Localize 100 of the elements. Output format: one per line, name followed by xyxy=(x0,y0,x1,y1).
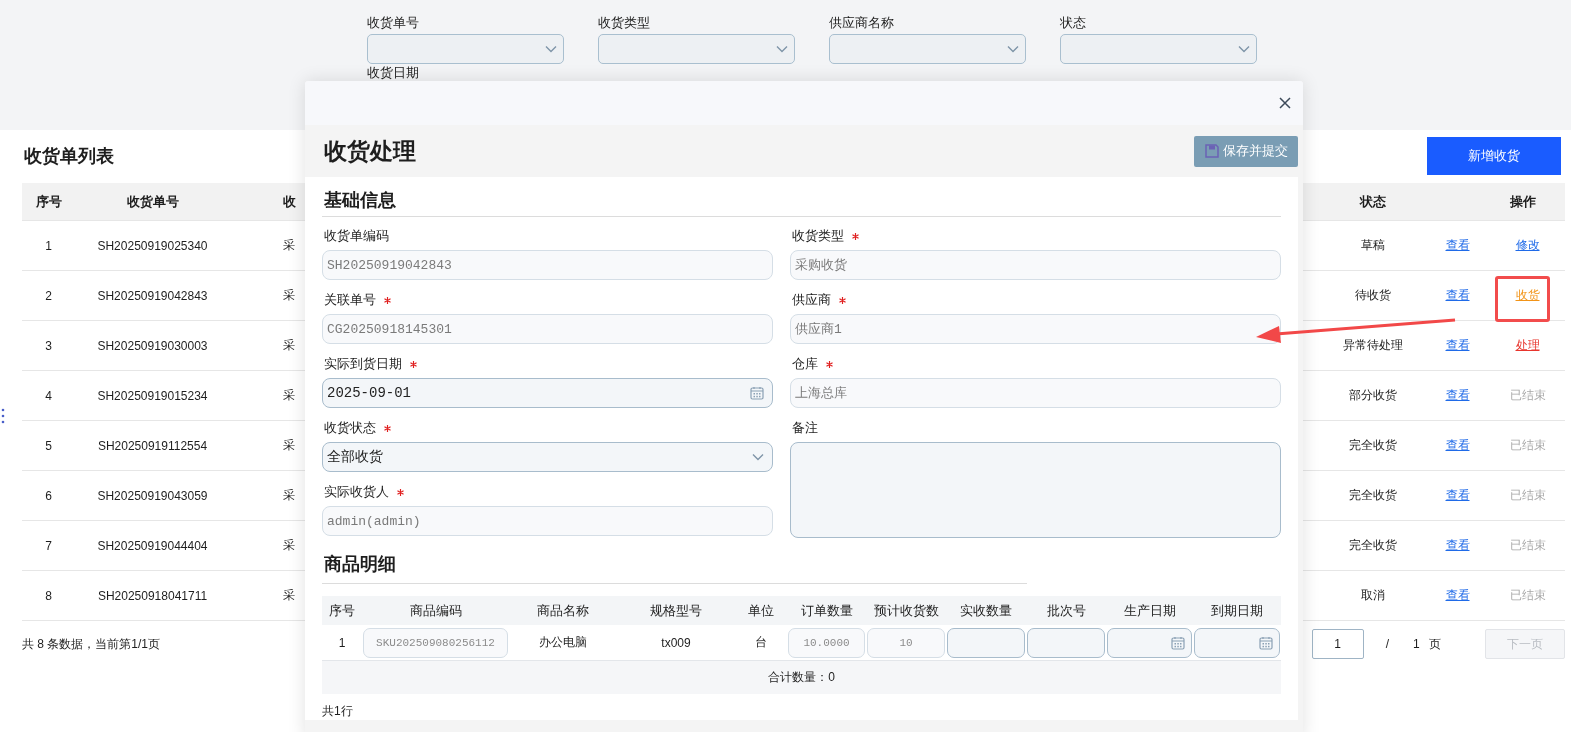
section-title: 商品明细 xyxy=(322,552,1027,584)
table-cell: 办公电脑 xyxy=(539,634,587,651)
table-cell: 取消 xyxy=(1360,587,1385,604)
table-cell: SH20250919112554 xyxy=(97,438,208,453)
table-cell: 完全收货 xyxy=(1348,437,1397,454)
date-field[interactable] xyxy=(1194,627,1280,658)
table-cell: 采 xyxy=(283,587,295,604)
total-quantity: 合计数量：0 xyxy=(768,669,835,686)
select-field[interactable]: 全部收货 xyxy=(322,442,773,472)
close-icon xyxy=(1279,97,1291,109)
input-field[interactable]: CG20250918145301 xyxy=(322,314,773,344)
column-header: 生产日期 xyxy=(1123,601,1176,620)
input-field[interactable]: 10.0000 xyxy=(788,627,865,658)
calendar-icon xyxy=(1171,635,1185,650)
action-link[interactable]: 处理 xyxy=(1515,337,1540,354)
closed-text: 已结束 xyxy=(1509,587,1546,604)
table-cell: 台 xyxy=(755,634,767,651)
closed-text: 已结束 xyxy=(1509,437,1546,454)
field-label: 收货类型 xyxy=(792,226,859,246)
column-header: 收货单号 xyxy=(126,192,179,211)
view-link[interactable]: 查看 xyxy=(1445,487,1470,504)
more-icon xyxy=(1,408,5,424)
filter-select[interactable] xyxy=(1060,34,1257,64)
table-cell: SH20250919015234 xyxy=(97,388,208,403)
action-link[interactable]: 修改 xyxy=(1515,237,1540,254)
closed-text: 已结束 xyxy=(1509,487,1546,504)
input-field[interactable]: 采购收货 xyxy=(790,250,1281,280)
table-cell: 1 xyxy=(338,635,346,650)
dialog-title: 收货处理 xyxy=(324,136,416,166)
calendar-icon xyxy=(1259,635,1273,650)
column-header: 商品名称 xyxy=(537,601,589,620)
column-header: 状态 xyxy=(1359,192,1386,211)
highlight-frame xyxy=(1495,276,1550,322)
input-field[interactable]: admin(admin) xyxy=(322,506,773,536)
table-cell: 草稿 xyxy=(1360,237,1385,254)
filter-select[interactable] xyxy=(367,34,564,64)
view-link[interactable]: 查看 xyxy=(1445,437,1470,454)
save-submit-button[interactable]: 保存并提交 xyxy=(1194,135,1298,167)
view-link[interactable]: 查看 xyxy=(1445,237,1470,254)
row-count: 共1行 xyxy=(322,703,353,719)
view-link[interactable]: 查看 xyxy=(1445,337,1470,354)
field-label: 供应商 xyxy=(792,290,846,310)
table-cell: 采 xyxy=(283,237,295,254)
input-field[interactable] xyxy=(1027,627,1105,658)
table-cell: 完全收货 xyxy=(1348,487,1397,504)
column-header: 到期日期 xyxy=(1211,601,1263,620)
table-cell: SH20250919042843 xyxy=(97,288,208,303)
pagination-summary: 共 8 条数据，当前第1/1页 xyxy=(22,635,161,653)
list-title: 收货单列表 xyxy=(24,145,114,168)
table-cell: SH20250919025340 xyxy=(97,238,208,253)
view-link[interactable]: 查看 xyxy=(1445,587,1470,604)
input-field[interactable]: SH20250919042843 xyxy=(322,250,773,280)
input-field[interactable]: 供应商1 xyxy=(790,314,1281,344)
column-header: 实收数量 xyxy=(960,601,1012,620)
table-cell: 待收货 xyxy=(1354,287,1391,304)
field-label: 收货状态 xyxy=(324,418,391,438)
date-field[interactable]: 2025-09-01 xyxy=(322,378,773,408)
field-label: 实际到货日期 xyxy=(324,354,417,374)
table-cell: 采 xyxy=(283,537,295,554)
table-cell: SH20250919044404 xyxy=(97,538,208,553)
column-header: 序号 xyxy=(329,601,355,620)
field-label: 备注 xyxy=(792,419,818,437)
table-cell: 5 xyxy=(45,438,52,453)
page-total: 1 页 xyxy=(1413,635,1441,653)
view-link[interactable]: 查看 xyxy=(1445,537,1470,554)
filter-label: 状态 xyxy=(1060,14,1086,31)
view-link[interactable]: 查看 xyxy=(1445,287,1470,304)
table-cell: 3 xyxy=(45,338,52,353)
column-header: 批次号 xyxy=(1046,601,1086,620)
input-field[interactable] xyxy=(947,627,1025,658)
filter-label: 收货类型 xyxy=(598,14,650,31)
view-link[interactable]: 查看 xyxy=(1445,387,1470,404)
closed-text: 已结束 xyxy=(1509,537,1546,554)
table-cell: SH20250918041711 xyxy=(97,588,208,603)
table-cell: 采 xyxy=(283,337,295,354)
table-cell: tx009 xyxy=(661,635,691,650)
table-cell: 完全收货 xyxy=(1348,537,1397,554)
chevron-down-icon xyxy=(1007,45,1019,53)
column-header: 规格型号 xyxy=(650,601,702,620)
column-header: 单位 xyxy=(748,601,774,620)
input-field[interactable]: SKU202509080256112 xyxy=(363,627,508,658)
date-field[interactable] xyxy=(1107,627,1192,658)
chevron-down-icon xyxy=(752,453,764,461)
table-cell: 6 xyxy=(45,488,52,503)
page-input[interactable]: 1 xyxy=(1311,629,1364,659)
column-header: 商品编码 xyxy=(409,601,462,620)
input-field[interactable]: 10 xyxy=(867,627,945,658)
table-cell: SH20250919043059 xyxy=(97,488,208,503)
filter-select[interactable] xyxy=(829,34,1026,64)
field-label: 收货单编码 xyxy=(324,227,389,245)
input-field[interactable]: 上海总库 xyxy=(790,378,1281,408)
field-label: 关联单号 xyxy=(324,290,391,310)
textarea-field[interactable] xyxy=(790,442,1281,538)
filter-select[interactable] xyxy=(598,34,795,64)
section-title: 基础信息 xyxy=(322,177,1281,217)
page-separator: / xyxy=(1385,637,1389,651)
save-icon xyxy=(1204,144,1219,158)
table-cell: SH20250919030003 xyxy=(97,338,208,353)
table-cell: 采 xyxy=(283,487,295,504)
new-receipt-button[interactable]: 新增收货 xyxy=(1427,137,1561,175)
